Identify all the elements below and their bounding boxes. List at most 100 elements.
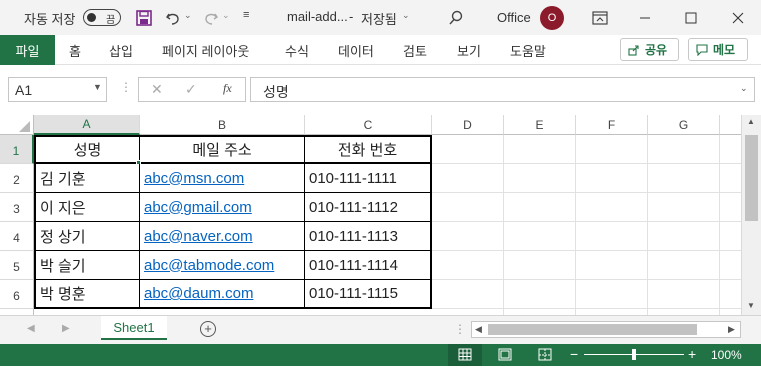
tab-review[interactable]: 검토: [403, 35, 427, 65]
tab-data[interactable]: 데이터: [338, 35, 374, 65]
formula-bar-grip-icon: ⋮: [120, 80, 132, 94]
undo-icon[interactable]: [163, 8, 183, 28]
column-header-e[interactable]: E: [504, 115, 576, 135]
tab-page-layout[interactable]: 페이지 레이아웃: [162, 35, 249, 65]
add-sheet-icon[interactable]: +: [200, 321, 216, 337]
sheet-tab-bar: ◀ ▶ Sheet1 + ⋮ ◀ ▶: [0, 315, 761, 344]
tab-home[interactable]: 홈: [69, 35, 81, 65]
maximize-icon[interactable]: [681, 8, 701, 28]
table-cell-name[interactable]: 박 명훈: [34, 280, 140, 309]
file-name: mail-add...: [287, 9, 348, 24]
table-cell-name[interactable]: 박 슬기: [34, 251, 140, 280]
enter-icon[interactable]: ✓: [185, 81, 197, 98]
header-cell-name[interactable]: 성명: [34, 135, 140, 164]
customize-toolbar-icon[interactable]: ≡: [243, 9, 249, 21]
tab-split-grip-icon[interactable]: ⋮: [454, 322, 466, 336]
sheet-tab[interactable]: Sheet1: [101, 316, 167, 340]
page-break-icon: [538, 348, 552, 361]
table-cell-email[interactable]: abc@msn.com: [140, 164, 305, 193]
comment-label: 메모: [713, 43, 736, 57]
column-header-b[interactable]: B: [140, 115, 305, 135]
column-header-d[interactable]: D: [432, 115, 504, 135]
table-cell-phone[interactable]: 010-111-1114: [305, 251, 432, 280]
avatar[interactable]: O: [540, 6, 564, 30]
zoom-out-button[interactable]: −: [570, 346, 578, 362]
empty-cells-area[interactable]: [432, 135, 741, 315]
table-cell-email[interactable]: abc@gmail.com: [140, 193, 305, 222]
cancel-icon[interactable]: ✕: [151, 81, 163, 98]
minimize-icon[interactable]: [635, 8, 655, 28]
name-box-dropdown-icon[interactable]: ▼: [93, 82, 102, 92]
page-break-view-button[interactable]: [530, 344, 560, 366]
table-cell-phone[interactable]: 010-111-1113: [305, 222, 432, 251]
horizontal-scrollbar-thumb[interactable]: [488, 324, 697, 335]
close-icon[interactable]: [728, 8, 748, 28]
autosave-toggle-state: 끔: [106, 15, 116, 26]
ribbon-display-icon[interactable]: [590, 8, 610, 28]
select-all-corner[interactable]: [0, 115, 34, 135]
zoom-in-button[interactable]: +: [688, 346, 696, 362]
vertical-scrollbar[interactable]: ▲ ▼: [741, 115, 761, 315]
table-cell-name[interactable]: 김 기훈: [34, 164, 140, 193]
insert-function-icon[interactable]: fx: [223, 81, 232, 96]
tab-view[interactable]: 보기: [457, 35, 481, 65]
spreadsheet-grid: A B C D E F G 1 2 3 4 5 6 성명 메일 주소 전화 번호…: [0, 115, 741, 315]
normal-view-button[interactable]: [448, 344, 482, 366]
row-header-2[interactable]: 2: [0, 164, 34, 193]
scroll-down-icon[interactable]: ▼: [747, 301, 755, 310]
redo-dropdown-icon[interactable]: ⌄: [222, 10, 230, 21]
page-layout-view-button[interactable]: [490, 344, 520, 366]
formula-controls: ✕ ✓ fx: [138, 77, 246, 102]
row-header-3[interactable]: 3: [0, 193, 34, 222]
table-cell-phone[interactable]: 010-111-1112: [305, 193, 432, 222]
header-cell-email[interactable]: 메일 주소: [140, 135, 305, 164]
page-layout-icon: [498, 348, 512, 361]
table-cell-phone[interactable]: 010-111-1115: [305, 280, 432, 309]
zoom-slider-thumb[interactable]: [632, 349, 636, 360]
horizontal-scrollbar[interactable]: ◀ ▶: [471, 321, 741, 338]
row-header-1[interactable]: 1: [0, 135, 34, 164]
table-cell-name[interactable]: 정 상기: [34, 222, 140, 251]
tab-help[interactable]: 도움말: [510, 35, 546, 65]
zoom-level[interactable]: 100%: [711, 348, 742, 362]
share-icon: [628, 44, 639, 56]
header-cell-phone[interactable]: 전화 번호: [305, 135, 432, 164]
table-cell-name[interactable]: 이 지은: [34, 193, 140, 222]
row-header-5[interactable]: 5: [0, 251, 34, 280]
column-header-a[interactable]: A: [34, 115, 140, 135]
scroll-right-icon[interactable]: ▶: [728, 324, 735, 335]
column-header-h[interactable]: [720, 115, 741, 135]
tab-insert[interactable]: 삽입: [109, 35, 133, 65]
autosave-toggle[interactable]: 끔: [83, 9, 121, 26]
formula-bar-area: A1 ▼ ⋮ ✕ ✓ fx 성명 ⌄: [0, 65, 761, 115]
search-icon[interactable]: [446, 8, 466, 28]
column-header-c[interactable]: C: [305, 115, 432, 135]
table-cell-email[interactable]: abc@naver.com: [140, 222, 305, 251]
table-cell-email[interactable]: abc@daum.com: [140, 280, 305, 309]
table-cell-email[interactable]: abc@tabmode.com: [140, 251, 305, 280]
ribbon-tabs: 파일 홈 삽입 페이지 레이아웃 수식 데이터 검토 보기 도움말 공유 메모: [0, 35, 761, 65]
undo-dropdown-icon[interactable]: ⌄: [184, 10, 192, 21]
sheet-next-icon[interactable]: ▶: [62, 323, 70, 334]
tab-formulas[interactable]: 수식: [285, 35, 309, 65]
status-bar: − + 100%: [0, 344, 761, 366]
share-button[interactable]: 공유: [620, 38, 679, 61]
scroll-up-icon[interactable]: ▲: [747, 117, 755, 126]
table-cell-phone[interactable]: 010-111-1111: [305, 164, 432, 193]
tab-file[interactable]: 파일: [0, 35, 55, 65]
column-header-f[interactable]: F: [576, 115, 648, 135]
row-header-4[interactable]: 4: [0, 222, 34, 251]
redo-icon[interactable]: [201, 8, 221, 28]
save-icon[interactable]: [134, 8, 154, 28]
sheet-prev-icon[interactable]: ◀: [27, 323, 35, 334]
row-header-6[interactable]: 6: [0, 280, 34, 309]
file-menu-chevron-icon[interactable]: ⌄: [402, 10, 410, 21]
scroll-left-icon[interactable]: ◀: [475, 324, 482, 335]
share-label: 공유: [645, 43, 668, 57]
formula-input[interactable]: 성명: [250, 77, 755, 102]
comment-button[interactable]: 메모: [688, 38, 748, 61]
account-name[interactable]: Office: [497, 10, 531, 25]
formula-expand-icon[interactable]: ⌄: [740, 83, 748, 94]
scrollbar-thumb[interactable]: [745, 135, 758, 221]
column-header-g[interactable]: G: [648, 115, 720, 135]
